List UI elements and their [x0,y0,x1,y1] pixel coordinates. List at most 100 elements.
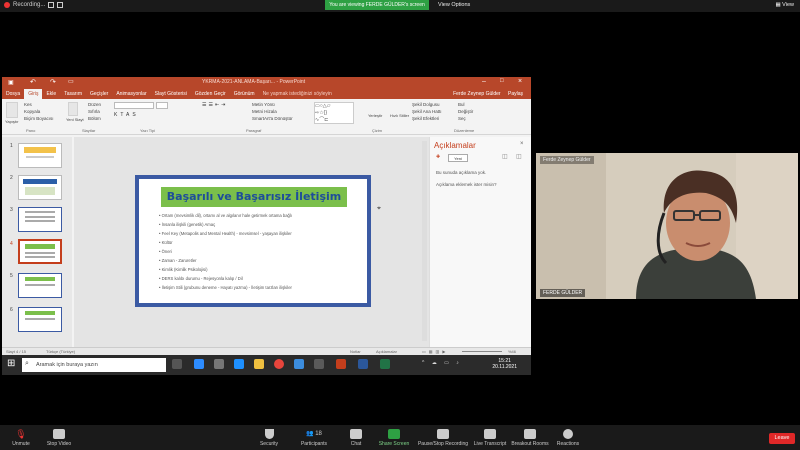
user-and-share[interactable]: Ferde Zeynep Gülder Paylaş [453,91,523,97]
app-icon[interactable] [294,359,304,369]
replace-button[interactable]: Değiştir [458,109,473,114]
new-slide-icon[interactable] [68,102,78,116]
quick-styles-button[interactable]: Hızlı Stiller [390,113,409,118]
view-button[interactable]: ▦ View [775,2,794,8]
ppt-title-bar: ▣ ↶ ↷ ▭ YKRMA-2021-ANLAMA-Başarı... - Po… [2,77,531,89]
tab-home[interactable]: Giriş [24,89,43,99]
font-name-dropdown[interactable] [114,102,154,109]
tab-insert[interactable]: Ekle [42,89,60,99]
slide-thumbnail[interactable] [18,273,62,298]
chrome-icon[interactable] [274,359,284,369]
unmute-button[interactable]: 🎙 Unmute [6,429,36,447]
list-buttons[interactable]: ☰☰⇤⇥ [202,102,227,108]
app-icon[interactable] [314,359,324,369]
save-icon[interactable]: ▣ [8,79,14,86]
tell-me-search[interactable]: Ne yapmak istediğinizi söyleyin [259,89,336,99]
new-comment-button[interactable]: Yeni [448,154,468,162]
security-button[interactable]: Security [254,429,284,447]
pause-stop-recording-button[interactable]: Pause/Stop Recording [416,429,470,447]
tab-slideshow[interactable]: Slayt Gösterisi [151,89,191,99]
leave-button[interactable]: Leave [769,433,795,444]
shapes-gallery[interactable]: ▭○△▱ ⇨☆{} ∿⌒⊏ [314,102,354,124]
slide-thumbnail-active[interactable] [18,239,62,264]
pause-icon[interactable] [48,2,55,8]
paste-label[interactable]: Yapıştır [5,119,19,124]
smartart-button[interactable]: SmartArt'a Dönüştür [252,116,293,121]
breakout-rooms-button[interactable]: Breakout Rooms [510,429,550,447]
tab-animations[interactable]: Animasyonlar [112,89,150,99]
cut-button[interactable]: Kes [24,102,32,107]
align-text-button[interactable]: Metni Hizala [252,109,277,114]
close-icon[interactable]: × [518,78,522,85]
close-comments-icon[interactable]: × [520,141,524,147]
share-screen-button[interactable]: Share Screen [376,429,412,447]
undo-icon[interactable]: ↶ [30,78,36,86]
editor-scrollbar[interactable] [422,141,427,341]
font-size-dropdown[interactable] [156,102,168,109]
select-button[interactable]: Seç [458,116,466,121]
taskbar-search-box[interactable]: Aramak için buraya yazın [22,358,166,372]
redo-icon[interactable]: ↷ [50,78,56,86]
tab-review[interactable]: Gözden Geçir [191,89,230,99]
slide-thumbnail[interactable] [18,307,62,332]
slide-thumbnail[interactable] [18,143,62,168]
webcam-video[interactable]: Ferde Zeynep Gülder FERDE GÜLDER [536,153,798,299]
zoom-app-icon[interactable] [194,359,204,369]
participants-button[interactable]: 👥 18 Participants [296,429,332,447]
slide-title: Başarılı ve Başarısız İletişim [161,187,347,207]
slide-position: Slayt 4 / 15 [6,349,27,354]
new-slide-label[interactable]: Yeni Slayt [66,117,84,122]
reset-button[interactable]: Sıfırla [88,109,100,114]
zoom-slider[interactable] [462,351,502,352]
task-view-icon[interactable] [172,359,182,369]
recording-indicator[interactable]: Recording... [4,2,64,8]
paste-icon[interactable] [6,102,18,118]
taskbar-clock[interactable]: 15:21 20.11.2021 [492,358,517,370]
tab-design[interactable]: Tasarım [60,89,86,99]
view-mode-icons[interactable]: ▭▦▥▶ [422,349,448,354]
tab-file[interactable]: Dosya [2,89,24,99]
arrange-button[interactable]: Yerleştir [368,113,382,118]
system-tray-icons[interactable]: ^ ☁ ▭ ♪ [422,360,462,366]
next-comment-icon[interactable]: ◫ [516,153,522,160]
excel-icon[interactable] [380,359,390,369]
prev-comment-icon[interactable]: ◫ [502,153,508,160]
slideshow-icon[interactable]: ▭ [68,78,74,85]
section-button[interactable]: Bölüm [88,116,101,121]
slide-thumbnail[interactable] [18,207,62,232]
shape-effects-button[interactable]: Şekil Efektleri [412,116,439,121]
new-comment-icon: ✚ [436,154,441,160]
current-slide[interactable]: Başarılı ve Başarısız İletişim Ortam (me… [135,175,371,307]
word-icon[interactable] [358,359,368,369]
copy-button[interactable]: Kopyala [24,109,40,114]
app-icon[interactable] [214,359,224,369]
slide-thumbnail[interactable] [18,175,62,200]
windows-start-icon[interactable]: ⊞ [7,358,15,369]
tab-view[interactable]: Görünüm [230,89,259,99]
stop-video-button[interactable]: Stop Video [42,429,76,447]
maximize-icon[interactable]: □ [500,78,504,84]
share-button[interactable]: Paylaş [508,91,523,97]
zoom-level[interactable]: %46 [508,349,516,354]
text-direction-button[interactable]: Metin Yönü [252,102,275,107]
powerpoint-icon[interactable] [336,359,346,369]
shape-outline-button[interactable]: Şekil Ana Hattı [412,109,442,114]
tab-transitions[interactable]: Geçişler [86,89,112,99]
layout-button[interactable]: Düzen [88,102,101,107]
find-button[interactable]: Bul [458,102,465,107]
comments-toggle-button[interactable]: Açıklamalar [376,349,397,354]
notes-button[interactable]: Notlar [350,349,361,354]
participants-label: Participants [300,441,328,447]
live-transcript-button[interactable]: Live Transcript [472,429,508,447]
chat-button[interactable]: Chat [344,429,368,447]
view-options-button[interactable]: View Options [438,0,480,10]
file-explorer-icon[interactable] [254,359,264,369]
reactions-button[interactable]: Reactions [554,429,582,447]
shape-fill-button[interactable]: Şekil Dolgusu [412,102,440,107]
language-status[interactable]: Türkçe (Türkiye) [46,349,75,354]
stop-icon[interactable] [57,2,64,8]
edge-icon[interactable] [234,359,244,369]
minimize-icon[interactable]: – [482,78,486,85]
font-style-buttons[interactable]: KTAS [114,112,139,118]
format-painter-button[interactable]: Biçim Boyacısı [24,116,54,121]
